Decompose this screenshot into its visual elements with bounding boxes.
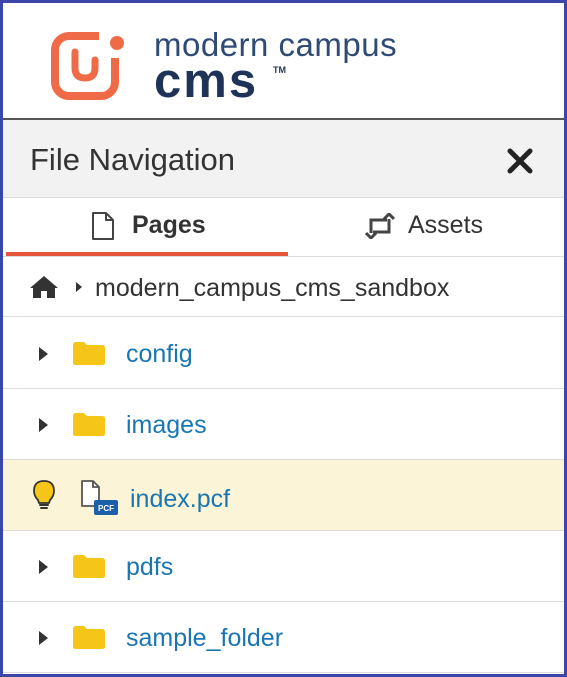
file-navigation-panel: modern campus cms TM File Navigation Pag… bbox=[0, 0, 567, 677]
file-name[interactable]: index.pcf bbox=[130, 485, 230, 514]
lightbulb-icon[interactable] bbox=[32, 479, 56, 511]
tab-assets[interactable]: Assets bbox=[288, 198, 564, 256]
expand-caret-icon[interactable] bbox=[38, 417, 49, 433]
expand-caret-icon[interactable] bbox=[38, 559, 49, 575]
modern-campus-logo-icon bbox=[51, 30, 129, 100]
list-item[interactable]: PCF index.pcf bbox=[3, 460, 564, 531]
folder-name[interactable]: sample_folder bbox=[126, 624, 283, 653]
trademark-mark: TM bbox=[273, 65, 286, 75]
tab-pages[interactable]: Pages bbox=[6, 198, 288, 256]
swap-icon bbox=[365, 213, 395, 239]
tab-assets-label: Assets bbox=[408, 211, 484, 239]
close-icon[interactable] bbox=[505, 146, 535, 176]
panel-header: File Navigation bbox=[3, 118, 564, 198]
folder-name[interactable]: images bbox=[126, 411, 207, 440]
home-icon[interactable] bbox=[29, 275, 59, 299]
list-item[interactable]: sample_folder bbox=[3, 602, 564, 673]
tab-pages-label: Pages bbox=[132, 211, 206, 239]
folder-icon bbox=[73, 555, 105, 578]
panel-title: File Navigation bbox=[30, 142, 236, 177]
list-item[interactable]: config bbox=[3, 318, 564, 389]
tab-bar: Pages Assets bbox=[3, 198, 564, 257]
brand-product: cms bbox=[154, 54, 259, 108]
breadcrumb-path[interactable]: modern_campus_cms_sandbox bbox=[95, 274, 449, 303]
folder-name[interactable]: config bbox=[126, 340, 193, 369]
pcf-badge: PCF bbox=[98, 504, 114, 513]
folder-icon bbox=[73, 626, 105, 649]
folder-name[interactable]: pdfs bbox=[126, 553, 173, 582]
list-item[interactable]: pdfs bbox=[3, 531, 564, 602]
brand-header: modern campus cms TM bbox=[3, 3, 564, 118]
expand-caret-icon[interactable] bbox=[38, 346, 49, 362]
page-icon bbox=[92, 212, 114, 240]
pcf-file-icon: PCF bbox=[81, 480, 118, 515]
folder-icon bbox=[73, 413, 105, 436]
list-item[interactable]: images bbox=[3, 389, 564, 460]
breadcrumb: modern_campus_cms_sandbox bbox=[3, 257, 564, 317]
folder-icon bbox=[73, 342, 105, 365]
expand-caret-icon[interactable] bbox=[38, 630, 49, 646]
chevron-right-icon bbox=[76, 282, 82, 292]
